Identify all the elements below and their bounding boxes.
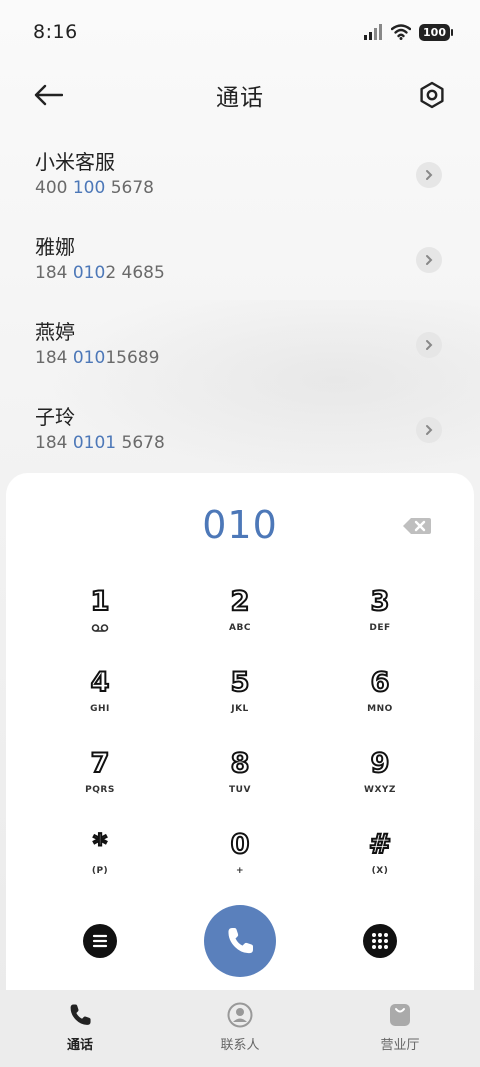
back-button[interactable]	[30, 79, 66, 111]
key-letters: TUV	[229, 785, 251, 795]
key-digit: 1	[90, 586, 111, 618]
key-letters: JKL	[231, 704, 249, 714]
keypad: 1 2 ABC 3 DEF 4 GHI 5 JKL 6 MNO 7 PQRS 8…	[30, 571, 450, 895]
key-4[interactable]: 4 GHI	[30, 652, 170, 733]
key-digit: #	[368, 829, 393, 861]
person-icon	[227, 1002, 253, 1028]
key-digit: 6	[370, 667, 391, 699]
page-title: 通话	[216, 85, 264, 111]
voicemail-icon	[91, 623, 109, 635]
contact-name: 子玲	[35, 405, 75, 429]
contact-name: 雅娜	[35, 235, 75, 259]
key-7[interactable]: 7 PQRS	[30, 733, 170, 814]
contact-number: 400 100 5678	[35, 178, 154, 198]
key-digit: 9	[370, 748, 391, 780]
keypad-toggle-button[interactable]	[363, 924, 397, 958]
key-letters: MNO	[367, 704, 393, 714]
menu-icon	[92, 934, 108, 948]
tab-contacts[interactable]: 联系人	[160, 990, 320, 1067]
tab-service-hall[interactable]: 营业厅	[320, 990, 480, 1067]
key-digit: 4	[90, 667, 111, 699]
key-digit: 3	[370, 586, 391, 618]
tab-label: 联系人	[220, 1038, 260, 1053]
list-item[interactable]: 雅娜 184 0102 4685	[0, 219, 480, 304]
key-digit: 5	[230, 667, 251, 699]
details-button[interactable]	[416, 247, 442, 273]
key-digit: *	[92, 829, 108, 861]
key-digit: 7	[90, 748, 111, 780]
menu-button[interactable]	[83, 924, 117, 958]
list-item[interactable]: 子玲 184 0101 5678	[0, 389, 480, 474]
key-digit: 0	[230, 829, 251, 861]
backspace-button[interactable]	[402, 515, 432, 537]
key-9[interactable]: 9 WXYZ	[310, 733, 450, 814]
contact-number: 184 0101 5678	[35, 433, 165, 453]
key-2[interactable]: 2 ABC	[170, 571, 310, 652]
key-1[interactable]: 1	[30, 571, 170, 652]
key-star[interactable]: * (P)	[30, 814, 170, 895]
arrow-left-icon	[34, 84, 63, 106]
dialpad-grid-icon	[372, 933, 388, 949]
details-button[interactable]	[416, 162, 442, 188]
contact-list: 小米客服 400 100 5678 雅娜 184 0102 4685 燕婷 18…	[0, 134, 480, 474]
phone-icon	[70, 1004, 91, 1025]
details-button[interactable]	[416, 332, 442, 358]
dialpad: 010 1 2 ABC 3 DEF 4 GHI 5 JKL 6 MNO 7 PQ…	[6, 473, 474, 993]
status-time: 8:16	[33, 21, 78, 43]
settings-button[interactable]	[414, 77, 450, 113]
key-letters: (P)	[91, 866, 109, 876]
contact-number: 184 0102 4685	[35, 263, 165, 283]
key-0[interactable]: 0 +	[170, 814, 310, 895]
key-6[interactable]: 6 MNO	[310, 652, 450, 733]
battery-icon: 100	[419, 23, 453, 41]
chevron-right-icon	[426, 170, 433, 180]
details-button[interactable]	[416, 417, 442, 443]
key-letters: DEF	[369, 623, 391, 633]
gear-icon	[420, 81, 444, 109]
tab-calls[interactable]: 通话	[0, 990, 160, 1067]
key-digit: 8	[230, 748, 251, 780]
dial-actions	[6, 905, 474, 985]
phone-icon	[228, 928, 253, 954]
key-letters: (X)	[371, 866, 389, 876]
bag-icon	[390, 1004, 410, 1026]
status-bar: 8:16 100	[0, 0, 480, 64]
status-icons: 100	[363, 23, 453, 41]
wifi-icon	[391, 24, 412, 40]
chevron-right-icon	[426, 425, 433, 435]
key-5[interactable]: 5 JKL	[170, 652, 310, 733]
key-digit: 2	[230, 586, 251, 618]
key-letters: +	[235, 866, 245, 876]
key-letters: WXYZ	[364, 785, 396, 795]
contact-number: 184 01015689	[35, 348, 160, 368]
key-8[interactable]: 8 TUV	[170, 733, 310, 814]
signal-icon	[364, 24, 383, 40]
list-item[interactable]: 小米客服 400 100 5678	[0, 134, 480, 219]
key-hash[interactable]: # (X)	[310, 814, 450, 895]
key-letters: ABC	[229, 623, 251, 633]
tab-label: 通话	[66, 1038, 93, 1053]
contact-name: 小米客服	[35, 150, 115, 174]
list-item[interactable]: 燕婷 184 01015689	[0, 304, 480, 389]
key-3[interactable]: 3 DEF	[310, 571, 450, 652]
call-button[interactable]	[204, 905, 276, 977]
chevron-right-icon	[426, 255, 433, 265]
key-letters: PQRS	[85, 785, 115, 795]
backspace-icon	[403, 518, 431, 534]
contact-name: 燕婷	[35, 320, 75, 344]
chevron-right-icon	[426, 340, 433, 350]
key-letters: GHI	[90, 704, 110, 714]
tab-bar: 通话 联系人 营业厅	[0, 990, 480, 1067]
tab-label: 营业厅	[380, 1038, 420, 1053]
header: 通话	[0, 64, 480, 126]
